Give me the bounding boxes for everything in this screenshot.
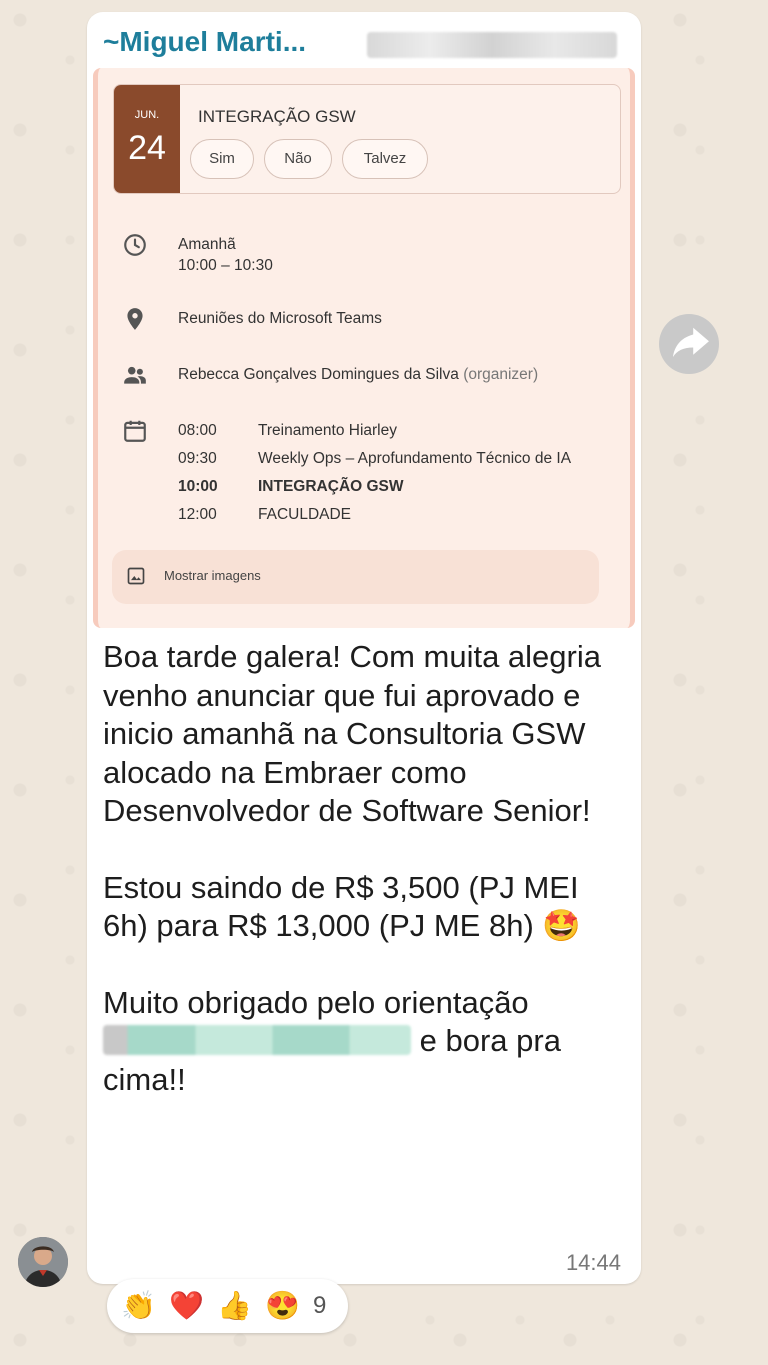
event-date-block: JUN. 24 (114, 85, 180, 193)
people-icon (124, 366, 146, 384)
organizer-name: Rebecca Gonçalves Domingues da Silva (178, 366, 459, 383)
clock-icon (124, 234, 146, 256)
mentioned-phone-redacted[interactable] (103, 1025, 411, 1055)
rsvp-yes-button[interactable]: Sim (190, 139, 254, 179)
message-paragraph: Estou saindo de R$ 3,500 (PJ MEI 6h) par… (103, 869, 581, 944)
reaction-heart[interactable]: ❤️ (169, 1289, 204, 1323)
event-organizer: Rebecca Gonçalves Domingues da Silva (or… (178, 364, 538, 385)
reaction-thumbs-up[interactable]: 👍 (217, 1289, 252, 1323)
avatar-photo (18, 1237, 68, 1287)
message-text: Boa tarde galera! Com muita alegria venh… (103, 638, 628, 1099)
event-title: INTEGRAÇÃO GSW (198, 107, 356, 126)
message-paragraph: Muito obrigado pelo orientação e bora pr… (103, 984, 628, 1100)
event-when-time: 10:00 – 10:30 (178, 257, 273, 274)
thanks-text: Muito obrigado pelo orientação (103, 984, 529, 1020)
sender-name[interactable]: ~Miguel Marti... (103, 26, 306, 58)
location-pin-icon (127, 308, 143, 330)
organizer-tag: (organizer) (463, 366, 539, 383)
agenda-title: Treinamento Hiarley (258, 422, 397, 439)
reactions-bar[interactable]: 👏 ❤️ 👍 😍 9 (107, 1279, 348, 1333)
event-card[interactable]: JUN. 24 INTEGRAÇÃO GSW Sim Não Talvez (113, 84, 621, 194)
event-when-day: Amanhã (178, 236, 236, 253)
agenda-time: 09:30 (178, 450, 217, 467)
reaction-clap[interactable]: 👏 (121, 1289, 156, 1323)
show-images-button[interactable]: Mostrar imagens (112, 550, 599, 604)
event-day: 24 (128, 129, 166, 167)
agenda-time: 12:00 (178, 506, 217, 523)
show-images-label: Mostrar imagens (164, 568, 261, 583)
event-location: Reuniões do Microsoft Teams (178, 310, 382, 327)
event-month: JUN. (134, 109, 160, 121)
agenda-title: FACULDADE (258, 506, 352, 523)
rsvp-no-button[interactable]: Não (264, 139, 332, 179)
calendar-invite-preview[interactable]: JUN. 24 INTEGRAÇÃO GSW Sim Não Talvez Am… (93, 68, 635, 628)
message-timestamp: 14:44 (565, 1250, 621, 1275)
reaction-count: 9 (313, 1292, 327, 1319)
image-icon (127, 567, 145, 585)
agenda-time-current: 10:00 (178, 478, 218, 495)
reaction-heart-eyes[interactable]: 😍 (265, 1289, 300, 1323)
forward-button[interactable] (659, 314, 719, 374)
agenda-title: Weekly Ops – Aprofundamento Técnico de I… (258, 450, 572, 467)
sender-phone-redacted (367, 32, 617, 58)
message-bubble[interactable]: ~Miguel Marti... JUN. 24 INTEGRAÇÃO GSW … (87, 12, 641, 1284)
agenda-title-current: INTEGRAÇÃO GSW (258, 478, 404, 495)
sender-avatar[interactable] (18, 1237, 68, 1287)
rsvp-maybe-button[interactable]: Talvez (342, 139, 428, 179)
agenda-time: 08:00 (178, 422, 217, 439)
event-when: Amanhã 10:00 – 10:30 (178, 234, 273, 276)
forward-arrow-icon (672, 327, 709, 357)
message-paragraph: Boa tarde galera! Com muita alegria venh… (103, 639, 601, 828)
calendar-icon (124, 420, 146, 442)
